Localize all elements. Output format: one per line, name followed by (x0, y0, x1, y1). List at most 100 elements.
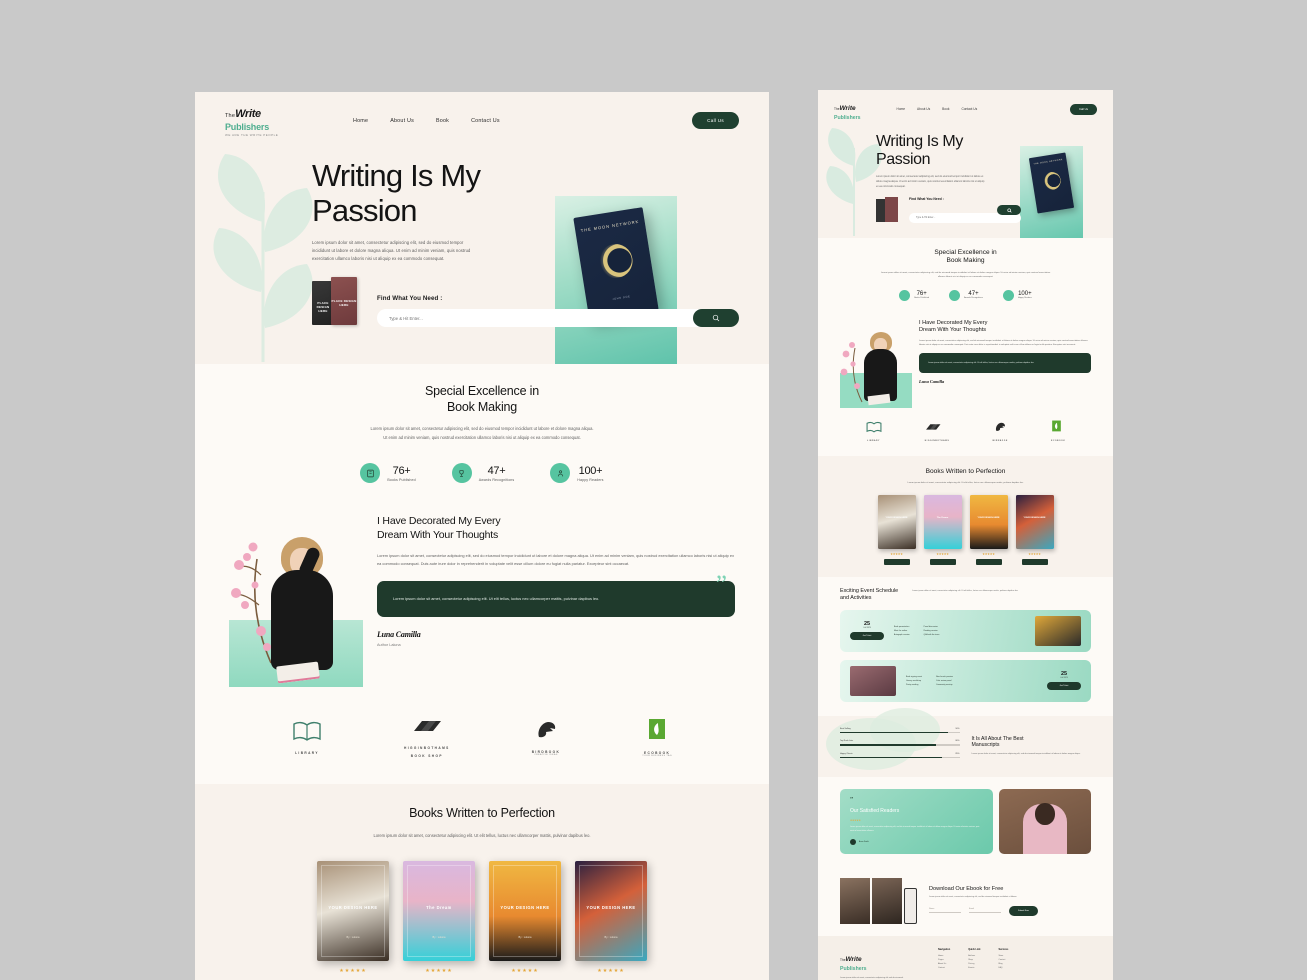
thumb-logo[interactable]: TheWrite Publishers (834, 97, 861, 121)
thumb-stat-label: Books Published (914, 297, 930, 300)
thumb-book-card[interactable]: YOUR DESIGN HERE ★★★★★ (969, 494, 1008, 565)
ebook-cover (840, 877, 870, 924)
decorated-title: I Have Decorated My Every Dream With You… (377, 515, 735, 542)
thumb-book-title: The Dream (936, 517, 949, 520)
call-us-button[interactable]: Call Us (692, 112, 739, 129)
nav-item-home[interactable]: Home (353, 118, 368, 124)
footer-logo-write: Write (845, 955, 862, 963)
ebook-submit-button[interactable]: Submit Now (1009, 905, 1038, 916)
thumb-exc-line2: Book Making (946, 257, 985, 265)
thumb-partner-higginbothams: HIGGINBOTHAMS (925, 420, 950, 442)
footer-link[interactable]: Contact (938, 966, 950, 970)
book-card[interactable]: YOUR DESIGN HERE By : Luluna ★★★★★ (317, 860, 389, 980)
bar-label: Happy Clients (840, 752, 853, 755)
footer-link[interactable]: Events (968, 966, 980, 970)
thumb-decorated-section: I Have Decorated My Every Dream With You… (818, 312, 1113, 408)
event-bullet: Community meetup (935, 683, 953, 686)
thumb-footer: TheWrite Publishers Lorem ipsum dolor si… (818, 935, 1113, 980)
book-card[interactable]: YOUR DESIGN HERE By : Luluna ★★★★★ (489, 860, 561, 980)
footer-link[interactable]: FAQ (998, 966, 1008, 970)
ebook-title: Download Our Ebook for Free (929, 885, 1004, 892)
event-ticket-button[interactable]: Get Ticket (1047, 682, 1081, 691)
quote-text: Lorem ipsum dolor sit amet, consectetur … (393, 595, 600, 601)
readers-text: Lorem ipsum dolor sit amet, consectetur … (850, 825, 980, 832)
event-ticket-button[interactable]: Get Ticket (850, 632, 884, 641)
thumb-book-card[interactable]: YOUR DESIGN HERE ★★★★★ (877, 494, 916, 565)
nav-item-contact[interactable]: Contact Us (471, 118, 500, 124)
thumb-book-button[interactable] (929, 558, 956, 565)
thumb-nav-book[interactable]: Book (942, 107, 949, 111)
logo-write: Write (235, 108, 261, 120)
thumb-book-button[interactable] (975, 558, 1002, 565)
book-cover-title: YOUR DESIGN HERE (500, 904, 550, 910)
thumb-dec-line1: I Have Decorated My Every (919, 319, 988, 326)
thumb-book-stars: ★★★★★ (936, 551, 949, 556)
thumb-book-stars: ★★★★★ (982, 551, 995, 556)
trophy-icon (949, 289, 961, 301)
nav-item-book[interactable]: Book (436, 118, 449, 124)
event-bullet: Reading session (923, 629, 938, 632)
search-button[interactable] (693, 309, 739, 328)
partner-ecobook: ECOBOOK YOUR BUSINESS TAG (642, 718, 672, 757)
thumb-book-title: YOUR DESIGN HERE (885, 517, 908, 520)
thumb-nav-contact[interactable]: Contact Us (961, 107, 977, 111)
thumb-book-card[interactable]: The Dream ★★★★★ (923, 494, 962, 565)
full-page-thumbnail: TheWrite Publishers Home About Us Book C… (818, 90, 1113, 980)
nav-item-about[interactable]: About Us (390, 118, 414, 124)
ebook-email-input[interactable]: Email (969, 908, 1001, 914)
book-grid: YOUR DESIGN HERE By : Luluna ★★★★★ The D… (195, 860, 769, 980)
reviewer-name: Anna Smith (859, 840, 869, 843)
excellence-paragraph: Lorem ipsum dolor sit amet, consectetur … (370, 426, 594, 440)
thumb-navbar: TheWrite Publishers Home About Us Book C… (818, 90, 1113, 121)
thumb-logo-write: Write (839, 105, 856, 112)
thumb-dec-line2: Dream With Your Thoughts (919, 326, 987, 333)
book-cover: YOUR DESIGN HERE By : Luluna (489, 860, 561, 961)
thumb-nav-home[interactable]: Home (897, 107, 906, 111)
search-column: Find What You Need : (377, 295, 739, 328)
book-cover-by: By : Luluna (432, 935, 446, 939)
decorated-text: I Have Decorated My Every Dream With You… (377, 511, 735, 687)
thumb-search-label: Find What You Need : (909, 197, 944, 202)
event-bullet: Q&A with the team (923, 633, 940, 636)
decorated-title-line2: Dream With Your Thoughts (377, 529, 499, 542)
stat-happy-readers: 100+ Happy Readers (550, 463, 603, 484)
thumb-book-button[interactable] (1021, 558, 1048, 565)
books-stack-icon (413, 721, 441, 732)
ebook-images (840, 877, 917, 924)
partner-name: LIBRARY (295, 751, 319, 756)
thumb-event-card[interactable]: 25 Jul 2023 Get Ticket Book presentation… (840, 609, 1091, 652)
thumb-quote-box: Lorem ipsum dolor sit amet, consectetur … (919, 353, 1091, 374)
bar-value: 85% (955, 752, 960, 755)
footer-logo-publishers: Publishers (840, 965, 867, 972)
hero-section: TheWrite Publishers WE ARE THE WRITE PEO… (195, 92, 769, 364)
book-card[interactable]: The Dream By : Luluna ★★★★★ (403, 860, 475, 980)
stat-awards: 47+ Awards Recognitions (451, 463, 515, 484)
stat-label: Awards Recognitions (478, 477, 515, 482)
manu-line2: Manuscripts (971, 742, 1000, 749)
thumb-search-button[interactable] (997, 205, 1021, 216)
thumb-call-us-button[interactable]: Call Us (1069, 103, 1097, 115)
logo[interactable]: TheWrite Publishers WE ARE THE WRITE PEO… (225, 104, 287, 137)
thumb-author-signature: Luna Camilla (919, 379, 945, 385)
book-cover-title: YOUR DESIGN HERE (328, 904, 378, 910)
excellence-title-line2: Book Making (446, 399, 518, 414)
search-input[interactable] (377, 309, 739, 328)
thumb-book-button[interactable] (883, 558, 910, 565)
eco-book-icon (1052, 420, 1062, 432)
thumb-book-cover: YOUR DESIGN HERE (969, 494, 1008, 549)
thumb-book-card[interactable]: YOUR DESIGN HERE ★★★★★ (1015, 494, 1054, 565)
book-cover-by: By : Luluna (604, 935, 618, 939)
book-icon (360, 463, 381, 484)
bird-icon (995, 422, 1005, 431)
thumb-decorated-text: I Have Decorated My Every Dream With You… (919, 320, 1091, 408)
thumb-stat-label: Awards Recognitions (964, 297, 983, 300)
ebook-name-input[interactable]: Name (929, 908, 961, 914)
avatar (850, 838, 856, 845)
partner-sub: YOUR BUSINESS TAG (642, 755, 672, 758)
logo-tagline: WE ARE THE WRITE PEOPLE (225, 133, 279, 137)
thumb-event-card[interactable]: Book signing event Literary workshop Poe… (840, 659, 1091, 702)
ebook-paragraph: Lorem ipsum dolor sit amet, consectetur … (929, 895, 1018, 898)
partner-birdbook: BIRDBOOK CREATIVE IDEAS (532, 719, 561, 756)
thumb-nav-about[interactable]: About Us (917, 107, 930, 111)
book-card[interactable]: YOUR DESIGN HERE By : Luluna ★★★★★ (575, 860, 647, 980)
